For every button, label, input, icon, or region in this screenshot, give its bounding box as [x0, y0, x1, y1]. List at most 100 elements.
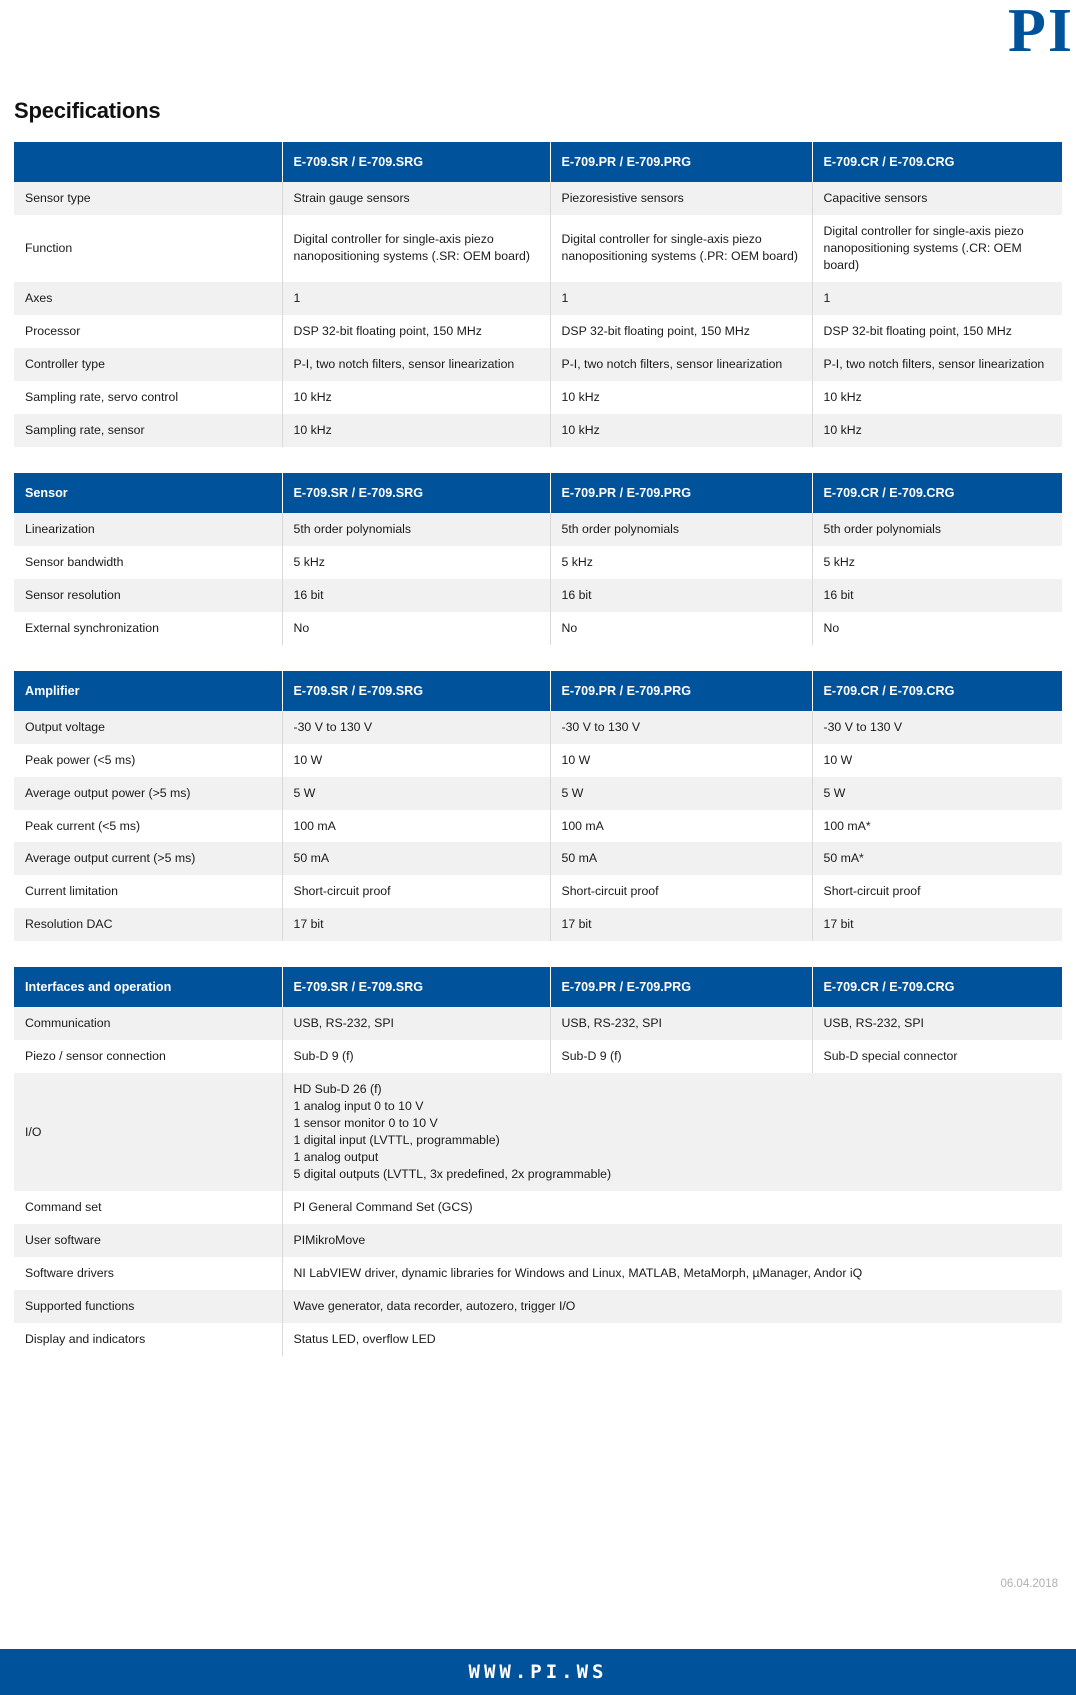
cell-cr: 50 mA*	[812, 842, 1062, 876]
cell-cr: Capacitive sensors	[812, 182, 1062, 215]
row-label: Peak power (<5 ms)	[14, 743, 283, 777]
column-header-pr: E-709.PR / E-709.PRG	[550, 967, 813, 1008]
column-header-pr: E-709.PR / E-709.PRG	[550, 472, 813, 513]
cell-cr: USB, RS-232, SPI	[812, 1007, 1062, 1041]
row-label: Supported functions	[14, 1290, 283, 1323]
row-label: Software drivers	[14, 1257, 283, 1291]
column-header-category: Interfaces and operation	[14, 967, 283, 1008]
cell-sr: 50 mA	[282, 842, 551, 876]
cell-cr: 10 kHz	[812, 380, 1062, 414]
cell-pr: DSP 32-bit floating point, 150 MHz	[550, 314, 813, 348]
cell-pr: Short-circuit proof	[550, 875, 813, 909]
column-header-category	[14, 142, 283, 182]
table-row: Sensor type Strain gauge sensors Piezore…	[14, 182, 1062, 215]
table-header-row: E-709.SR / E-709.SRG E-709.PR / E-709.PR…	[14, 142, 1062, 182]
cell-sr: Short-circuit proof	[282, 875, 551, 909]
column-header-sr: E-709.SR / E-709.SRG	[282, 472, 551, 513]
row-label: Sampling rate, servo control	[14, 380, 283, 414]
document-date: 06.04.2018	[1000, 1578, 1058, 1590]
cell-pr: 10 kHz	[550, 413, 813, 447]
cell-sr: 5th order polynomials	[282, 512, 551, 546]
table-row: Supported functions Wave generator, data…	[14, 1290, 1062, 1323]
page-title: Specifications	[14, 98, 161, 123]
cell-cr: 10 kHz	[812, 413, 1062, 447]
cell-cr: -30 V to 130 V	[812, 710, 1062, 744]
column-header-sr: E-709.SR / E-709.SRG	[282, 967, 551, 1008]
table-amplifier: Amplifier E-709.SR / E-709.SRG E-709.PR …	[14, 670, 1062, 942]
table-row: Axes 1 1 1	[14, 281, 1062, 315]
cell-cr: P-I, two notch filters, sensor lineariza…	[812, 347, 1062, 381]
row-label: Sensor bandwidth	[14, 545, 283, 579]
table-row: Output voltage -30 V to 130 V -30 V to 1…	[14, 710, 1062, 744]
cell-sr: P-I, two notch filters, sensor lineariza…	[282, 347, 551, 381]
row-label: Piezo / sensor connection	[14, 1040, 283, 1074]
cell-sr: DSP 32-bit floating point, 150 MHz	[282, 314, 551, 348]
table-row: Resolution DAC 17 bit 17 bit 17 bit	[14, 908, 1062, 942]
row-label: Average output power (>5 ms)	[14, 776, 283, 810]
cell-pr: No	[550, 611, 813, 645]
cell-cr: 100 mA*	[812, 809, 1062, 843]
table-row: External synchronization No No No	[14, 611, 1062, 645]
cell-cr: DSP 32-bit floating point, 150 MHz	[812, 314, 1062, 348]
cell-span: NI LabVIEW driver, dynamic libraries for…	[282, 1257, 1062, 1291]
table-row: Processor DSP 32-bit floating point, 150…	[14, 314, 1062, 348]
cell-sr: 10 kHz	[282, 380, 551, 414]
cell-cr: Short-circuit proof	[812, 875, 1062, 909]
cell-span: PIMikroMove	[282, 1224, 1062, 1258]
cell-span: PI General Command Set (GCS)	[282, 1191, 1062, 1225]
column-header-cr: E-709.CR / E-709.CRG	[812, 670, 1062, 711]
footer-bar: WWW.PI.WS	[0, 1649, 1076, 1695]
table-row: Linearization 5th order polynomials 5th …	[14, 512, 1062, 546]
row-label: Processor	[14, 314, 283, 348]
row-label: Sensor resolution	[14, 578, 283, 612]
table-row: Piezo / sensor connection Sub-D 9 (f) Su…	[14, 1040, 1062, 1074]
cell-pr: P-I, two notch filters, sensor lineariza…	[550, 347, 813, 381]
column-header-sr: E-709.SR / E-709.SRG	[282, 142, 551, 182]
row-label: Average output current (>5 ms)	[14, 842, 283, 876]
row-label: Current limitation	[14, 875, 283, 909]
table-header-row: Amplifier E-709.SR / E-709.SRG E-709.PR …	[14, 670, 1062, 711]
table-sensor: Sensor E-709.SR / E-709.SRG E-709.PR / E…	[14, 472, 1062, 645]
cell-cr: 10 W	[812, 743, 1062, 777]
cell-sr: 5 kHz	[282, 545, 551, 579]
cell-pr: 100 mA	[550, 809, 813, 843]
table-row: Communication USB, RS-232, SPI USB, RS-2…	[14, 1007, 1062, 1041]
table-row: Command set PI General Command Set (GCS)	[14, 1191, 1062, 1225]
table-interfaces: Interfaces and operation E-709.SR / E-70…	[14, 967, 1062, 1356]
cell-sr: 1	[282, 281, 551, 315]
row-label: Sensor type	[14, 182, 283, 215]
table-header-row: Interfaces and operation E-709.SR / E-70…	[14, 967, 1062, 1008]
cell-sr: USB, RS-232, SPI	[282, 1007, 551, 1041]
table-general: E-709.SR / E-709.SRG E-709.PR / E-709.PR…	[14, 142, 1062, 447]
cell-io-list: HD Sub-D 26 (f) 1 analog input 0 to 10 V…	[282, 1073, 1062, 1192]
cell-pr: Sub-D 9 (f)	[550, 1040, 813, 1074]
table-row: Average output current (>5 ms) 50 mA 50 …	[14, 842, 1062, 876]
column-header-category: Amplifier	[14, 670, 283, 711]
cell-sr: Strain gauge sensors	[282, 182, 551, 215]
row-label: Display and indicators	[14, 1323, 283, 1356]
table-row: Software drivers NI LabVIEW driver, dyna…	[14, 1257, 1062, 1291]
column-header-pr: E-709.PR / E-709.PRG	[550, 670, 813, 711]
row-label: Axes	[14, 281, 283, 315]
table-row-io: I/O HD Sub-D 26 (f) 1 analog input 0 to …	[14, 1073, 1062, 1192]
cell-pr: 16 bit	[550, 578, 813, 612]
table-row: User software PIMikroMove	[14, 1224, 1062, 1258]
table-header-row: Sensor E-709.SR / E-709.SRG E-709.PR / E…	[14, 472, 1062, 513]
table-row: Sensor resolution 16 bit 16 bit 16 bit	[14, 578, 1062, 612]
table-row: Display and indicators Status LED, overf…	[14, 1323, 1062, 1356]
column-header-cr: E-709.CR / E-709.CRG	[812, 142, 1062, 182]
cell-cr: 5th order polynomials	[812, 512, 1062, 546]
cell-cr: 5 kHz	[812, 545, 1062, 579]
cell-pr: 5 kHz	[550, 545, 813, 579]
cell-pr: 5 W	[550, 776, 813, 810]
column-header-pr: E-709.PR / E-709.PRG	[550, 142, 813, 182]
cell-sr: 10 W	[282, 743, 551, 777]
page-header: PI	[0, 0, 1076, 62]
cell-pr: 10 W	[550, 743, 813, 777]
table-row: Peak current (<5 ms) 100 mA 100 mA 100 m…	[14, 809, 1062, 843]
table-row: Current limitation Short-circuit proof S…	[14, 875, 1062, 909]
cell-sr: 5 W	[282, 776, 551, 810]
cell-cr: 16 bit	[812, 578, 1062, 612]
cell-pr: -30 V to 130 V	[550, 710, 813, 744]
cell-pr: Piezoresistive sensors	[550, 182, 813, 215]
